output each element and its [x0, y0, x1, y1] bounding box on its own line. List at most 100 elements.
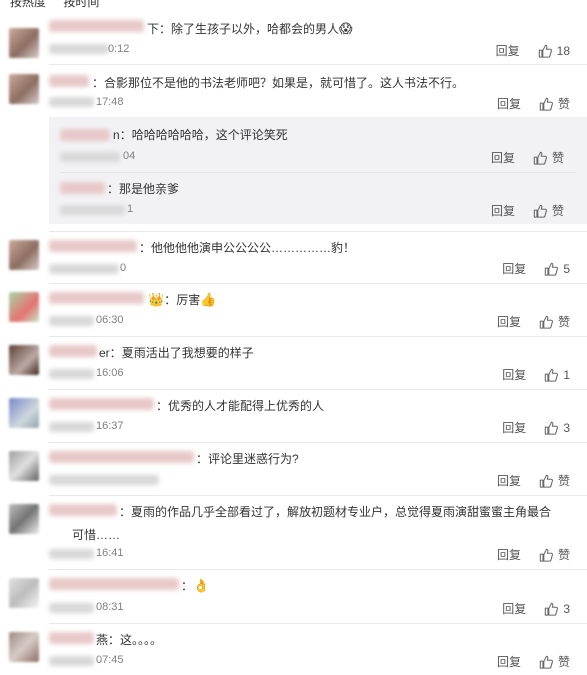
comment-text: 夏雨活出了我想要的样子 [121, 346, 254, 360]
like-button[interactable]: 赞 [539, 472, 570, 489]
thumbs-up-icon [544, 602, 558, 616]
thumbs-up-icon [539, 655, 553, 669]
sort-by-hot-tab[interactable]: 按热度 [10, 0, 46, 9]
reply-button[interactable]: 回复 [502, 600, 526, 617]
like-button[interactable]: 1 [544, 368, 570, 382]
divider [49, 495, 587, 496]
reply-time: 1 [127, 203, 134, 215]
like-button[interactable]: 赞 [539, 313, 570, 330]
like-button[interactable]: 5 [544, 262, 570, 276]
reply-text: 那是他亲爹 [119, 182, 180, 196]
username-tail[interactable]: er [99, 346, 110, 360]
like-button[interactable]: 赞 [539, 653, 570, 670]
like-label: 赞 [557, 315, 570, 329]
like-label: 赞 [551, 204, 564, 218]
sort-by-time-tab[interactable]: 按时间 [63, 0, 99, 9]
timestamp-blur [60, 205, 125, 215]
like-label: 赞 [557, 548, 570, 562]
reply-time: 04 [123, 150, 136, 162]
thumbs-up-icon [544, 368, 558, 382]
timestamp-blur [49, 656, 94, 666]
comment-time: 07:45 [96, 654, 124, 666]
comment-text: 厉害 [176, 293, 201, 307]
avatar[interactable] [9, 292, 39, 322]
timestamp-blur [49, 316, 94, 326]
username[interactable] [49, 504, 117, 516]
timestamp-blur [49, 264, 119, 274]
thumbs-up-icon [539, 315, 553, 329]
avatar[interactable] [9, 504, 39, 534]
divider [49, 336, 587, 337]
divider [49, 64, 587, 65]
timestamp-blur [49, 475, 159, 485]
timestamp-blur [49, 369, 94, 379]
comment-time: 0:12 [108, 43, 130, 55]
like-count: 1 [563, 367, 570, 382]
like-button[interactable]: 赞 [533, 202, 564, 219]
reply-button[interactable]: 回复 [497, 313, 521, 330]
username[interactable] [49, 632, 94, 644]
reply-button[interactable]: 回复 [491, 202, 515, 219]
like-button[interactable]: 3 [544, 602, 570, 616]
username[interactable] [49, 292, 144, 304]
reply-button[interactable]: 回复 [502, 419, 526, 436]
timestamp-blur [49, 603, 94, 613]
username[interactable] [49, 451, 194, 463]
reply-username[interactable] [60, 182, 105, 194]
comment-text: 他他他他演申公公公公……………豹！ [151, 241, 356, 255]
username[interactable] [49, 398, 154, 410]
like-label: 赞 [551, 151, 564, 165]
reply-button[interactable]: 回复 [497, 95, 521, 112]
username[interactable] [49, 75, 89, 87]
like-button[interactable]: 赞 [539, 546, 570, 563]
reply-button[interactable]: 回复 [491, 149, 515, 166]
reply-button[interactable]: 回复 [497, 472, 521, 489]
reply-button[interactable]: 回复 [497, 653, 521, 670]
avatar[interactable] [9, 578, 39, 608]
like-count: 3 [563, 601, 570, 616]
avatar[interactable] [9, 240, 39, 270]
username-tail[interactable]: 燕 [96, 633, 108, 647]
reply-button[interactable]: 回复 [496, 42, 520, 59]
like-count: 赞 [557, 97, 570, 111]
avatar[interactable] [9, 74, 39, 104]
thumbs-up-icon [533, 204, 547, 218]
avatar[interactable] [9, 398, 39, 428]
like-button[interactable]: 3 [544, 421, 570, 435]
timestamp-blur [49, 97, 94, 107]
thumbs-up-icon [544, 421, 558, 435]
username[interactable] [49, 345, 97, 357]
reply-button[interactable]: 回复 [502, 366, 526, 383]
timestamp-blur [49, 44, 109, 54]
timestamp-blur [49, 422, 94, 432]
reply-username-tail[interactable]: n [113, 128, 120, 142]
like-button[interactable]: 赞 [539, 95, 570, 112]
reply-button[interactable]: 回复 [497, 546, 521, 563]
username-tail[interactable]: 下 [147, 22, 159, 36]
reply-button[interactable]: 回复 [502, 260, 526, 277]
avatar[interactable] [9, 28, 39, 58]
comment-text: 优秀的人才能配得上优秀的人 [168, 399, 325, 413]
username[interactable] [49, 20, 144, 32]
comment-time: 08:31 [96, 601, 124, 613]
thumbs-up-icon [544, 262, 558, 276]
avatar[interactable] [9, 632, 39, 662]
like-button[interactable]: 18 [538, 44, 570, 58]
divider [49, 389, 587, 390]
thumbs-up-icon [538, 44, 552, 58]
divider [49, 442, 587, 443]
reply-username[interactable] [60, 129, 110, 141]
like-count: 3 [563, 420, 570, 435]
comment-text: 这。。。。 [120, 633, 163, 647]
timestamp-blur [60, 152, 120, 162]
username[interactable] [49, 240, 137, 252]
like-button[interactable]: 赞 [533, 149, 564, 166]
reply-thread: n：哈哈哈哈哈哈，这个评论笑死 04 回复 赞 ：那是他亲爹 1 回复 赞 [49, 117, 587, 224]
thumbs-up-icon [539, 548, 553, 562]
comment-text: 夏雨的作品几乎全部看过了，解放初题材专业户，总觉得夏雨演甜蜜蜜主角最合 [131, 505, 552, 519]
thumbs-up-icon [539, 97, 553, 111]
like-count: 5 [563, 261, 570, 276]
avatar[interactable] [9, 451, 39, 481]
username[interactable] [49, 578, 179, 590]
avatar[interactable] [9, 345, 39, 375]
